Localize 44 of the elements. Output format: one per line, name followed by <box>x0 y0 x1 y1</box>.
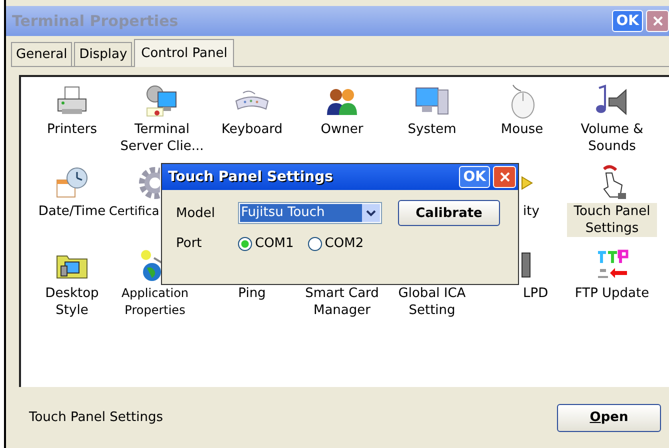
status-text: Touch Panel Settings <box>29 410 163 425</box>
box-icon <box>521 252 531 278</box>
calibrate-button[interactable]: Calibrate <box>398 200 500 226</box>
close-icon <box>652 15 664 27</box>
people-icon <box>324 86 360 116</box>
control-panel-item[interactable]: FTP Update <box>572 285 652 302</box>
control-panel-item[interactable]: ity <box>521 203 542 220</box>
model-label: Model <box>176 206 216 220</box>
tab[interactable]: Display <box>74 42 132 66</box>
radio-label[interactable]: COM2 <box>324 236 364 251</box>
close-button[interactable] <box>646 10 669 32</box>
tab[interactable]: General <box>11 42 72 66</box>
control-panel-item[interactable]: Date/Time <box>36 203 108 220</box>
control-panel-item[interactable]: Global ICA Setting <box>387 285 477 319</box>
gear-icon <box>138 166 160 200</box>
control-panel-item[interactable]: Terminal Server Clie... <box>117 121 207 155</box>
calendar-clock-icon <box>54 166 90 200</box>
control-panel-item[interactable]: Mouse <box>498 121 546 138</box>
control-panel-item[interactable]: Smart Card Manager <box>297 285 387 319</box>
radio-button[interactable] <box>308 236 322 250</box>
close-button[interactable] <box>493 166 516 188</box>
open-button[interactable]: Open <box>557 404 661 432</box>
control-panel-item[interactable]: Printers <box>44 121 100 138</box>
control-panel-item[interactable]: System <box>406 121 458 138</box>
chevron-down-icon <box>366 209 376 217</box>
control-panel-item[interactable]: Keyboard <box>219 121 285 138</box>
window-title: Terminal Properties <box>12 12 178 30</box>
radio-button[interactable] <box>238 236 252 250</box>
control-panel-item[interactable]: Volume & Sounds <box>567 121 657 155</box>
control-panel-item[interactable]: Ping <box>236 285 268 302</box>
radio-label[interactable]: COM1 <box>255 236 294 251</box>
control-panel-item[interactable]: Certifica <box>107 203 162 220</box>
model-dropdown[interactable]: Fujitsu Touch <box>238 202 382 224</box>
port-label: Port <box>176 236 203 251</box>
tab[interactable]: Control Panel <box>134 39 234 67</box>
arrow-icon <box>521 176 533 190</box>
printer-icon <box>55 85 89 117</box>
dialog-title: Touch Panel Settings <box>168 169 333 185</box>
close-icon <box>498 171 510 183</box>
control-panel-item[interactable]: Owner <box>318 121 366 138</box>
control-panel-item[interactable]: LPD <box>521 285 550 302</box>
ok-button[interactable]: OK <box>459 166 490 188</box>
ok-button[interactable]: OK <box>612 10 643 32</box>
control-panel-item[interactable]: Touch Panel Settings <box>567 203 657 237</box>
